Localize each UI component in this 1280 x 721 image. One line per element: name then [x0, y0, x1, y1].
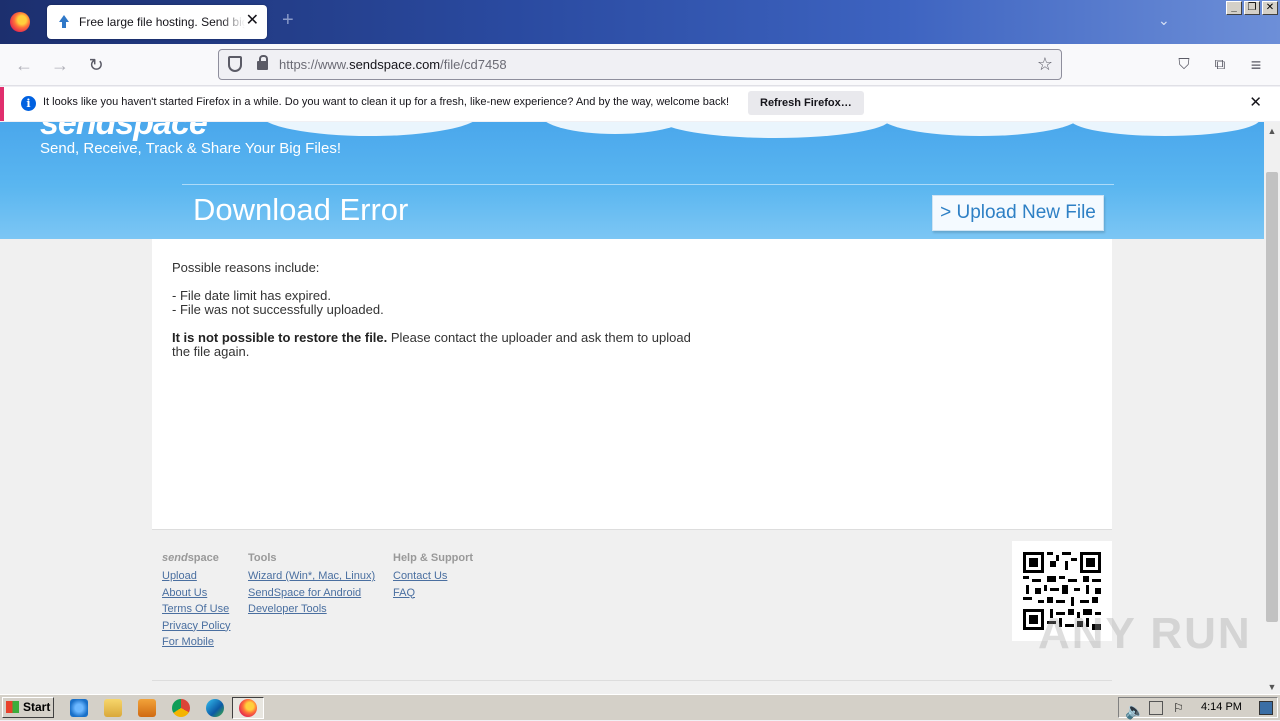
browser-titlebar: Free large file hosting. Send big files … — [0, 0, 1280, 44]
footer-brand-rest: space — [187, 552, 219, 564]
sendspace-header: sendspace Send, Receive, Track & Share Y… — [0, 122, 1264, 239]
list-item: - File was not successfully uploaded. — [172, 302, 384, 317]
firefox-taskbar-button[interactable] — [232, 697, 264, 719]
footer-divider — [152, 680, 1112, 681]
refresh-firefox-button[interactable]: Refresh Firefox… — [748, 91, 864, 115]
footer-col-tools: Tools Wizard (Win*, Mac, Linux) SendSpac… — [248, 552, 375, 618]
page-title: Download Error — [193, 192, 409, 227]
cloud-decoration — [1070, 122, 1260, 136]
footer-help-heading: Help & Support — [393, 552, 474, 564]
forward-arrow-icon[interactable]: → — [50, 55, 70, 75]
sendspace-favicon-icon — [57, 15, 71, 29]
back-arrow-icon[interactable]: ← — [14, 55, 34, 75]
scroll-up-arrow-icon[interactable]: ▲ — [1264, 126, 1280, 136]
footer-link-wizard[interactable]: Wizard (Win*, Mac, Linux) — [248, 568, 375, 585]
address-bar[interactable]: https://www.sendspace.com/file/cd7458 ☆ — [218, 49, 1062, 80]
firefox-logo-icon[interactable] — [10, 12, 30, 32]
windows-taskbar: Start 🔈 ⚐ 4:14 PM — [0, 694, 1280, 720]
url-prefix: https://www. — [279, 57, 350, 72]
footer-link-developer[interactable]: Developer Tools — [248, 601, 375, 618]
scroll-down-arrow-icon[interactable]: ▼ — [1264, 682, 1280, 692]
divider — [182, 184, 1114, 185]
footer-link-android[interactable]: SendSpace for Android — [248, 585, 375, 602]
lock-icon[interactable] — [257, 55, 268, 70]
network-icon[interactable] — [1149, 701, 1163, 715]
footer-link-mobile[interactable]: For Mobile — [162, 634, 230, 651]
bookmark-star-icon[interactable]: ☆ — [1037, 54, 1053, 74]
error-content-box: Possible reasons include: - File date li… — [152, 239, 1112, 530]
restore-message: It is not possible to restore the file. … — [172, 331, 712, 359]
footer-link-about[interactable]: About Us — [162, 585, 230, 602]
scrollbar-thumb[interactable] — [1266, 172, 1278, 622]
footer-brand: sendspace — [162, 552, 230, 564]
upload-new-file-button[interactable]: > Upload New File — [932, 195, 1104, 231]
url-text[interactable]: https://www.sendspace.com/file/cd7458 — [279, 57, 507, 72]
start-button[interactable]: Start — [2, 697, 54, 718]
cloud-decoration — [660, 122, 890, 138]
cloud-decoration — [880, 122, 1080, 136]
window-controls: _ ❐ ✕ — [1226, 1, 1278, 15]
system-tray: 🔈 ⚐ 4:14 PM — [1118, 697, 1278, 720]
edge-icon[interactable] — [206, 699, 224, 717]
tab-sendspace[interactable]: Free large file hosting. Send big files … — [47, 5, 267, 39]
anyrun-watermark: ANY RUN — [1038, 609, 1252, 658]
show-desktop-icon[interactable] — [1259, 701, 1273, 715]
extensions-icon[interactable]: ⧉ — [1210, 55, 1230, 75]
info-icon: i — [21, 96, 36, 111]
menu-hamburger-icon[interactable]: ≡ — [1246, 55, 1266, 75]
reasons-list: - File date limit has expired. - File wa… — [172, 289, 384, 317]
tab-title: Free large file hosting. Send big files — [79, 15, 245, 29]
list-item: - File date limit has expired. — [172, 288, 331, 303]
footer-brand-italic: send — [162, 552, 188, 564]
minimize-button[interactable]: _ — [1226, 1, 1242, 15]
refresh-firefox-notification: i It looks like you haven't started Fire… — [0, 87, 1280, 121]
chrome-icon[interactable] — [172, 699, 190, 717]
restore-message-bold: It is not possible to restore the file. — [172, 330, 388, 345]
page-viewport: sendspace Send, Receive, Track & Share Y… — [0, 122, 1264, 694]
close-notification-icon[interactable]: ✕ — [1249, 95, 1262, 111]
page-footer: sendspace Upload About Us Terms Of Use P… — [152, 530, 1112, 680]
internet-explorer-icon[interactable] — [70, 699, 88, 717]
url-host: sendspace.com — [349, 57, 441, 72]
windows-flag-icon — [6, 701, 19, 713]
footer-link-privacy[interactable]: Privacy Policy — [162, 618, 230, 635]
footer-col-help: Help & Support Contact Us FAQ — [393, 552, 473, 601]
firefox-icon — [239, 699, 257, 717]
reasons-heading: Possible reasons include: — [172, 260, 320, 275]
new-tab-icon[interactable]: + — [282, 10, 294, 30]
tagline: Send, Receive, Track & Share Your Big Fi… — [40, 140, 341, 157]
notification-message: It looks like you haven't started Firefo… — [43, 96, 730, 108]
vertical-scrollbar[interactable]: ▲ ▼ — [1264, 122, 1280, 694]
url-path: /file/cd7458 — [440, 57, 507, 72]
pocket-icon[interactable]: ⛉ — [1174, 55, 1194, 75]
restore-button[interactable]: ❐ — [1244, 1, 1260, 15]
footer-link-upload[interactable]: Upload — [162, 568, 230, 585]
footer-tools-heading: Tools — [248, 552, 277, 564]
file-explorer-icon[interactable] — [104, 699, 122, 717]
tab-list-chevron-icon[interactable]: ⌄ — [1158, 12, 1170, 29]
tracking-protection-shield-icon[interactable] — [228, 56, 242, 72]
reload-icon[interactable]: ↻ — [86, 55, 106, 75]
footer-col-brand: sendspace Upload About Us Terms Of Use P… — [162, 552, 230, 651]
volume-icon[interactable]: 🔈 — [1125, 701, 1145, 720]
footer-link-terms[interactable]: Terms Of Use — [162, 601, 230, 618]
start-label: Start — [23, 700, 51, 714]
footer-link-faq[interactable]: FAQ — [393, 585, 473, 602]
tab-close-icon[interactable]: ✕ — [246, 13, 259, 29]
cloud-decoration — [260, 122, 480, 136]
footer-link-contact[interactable]: Contact Us — [393, 568, 473, 585]
close-window-button[interactable]: ✕ — [1262, 1, 1278, 15]
media-player-icon[interactable] — [138, 699, 156, 717]
clock-time[interactable]: 4:14 PM — [1201, 701, 1242, 713]
navigation-toolbar: ← → ↻ https://www.sendspace.com/file/cd7… — [0, 44, 1280, 86]
action-center-flag-icon[interactable]: ⚐ — [1173, 701, 1187, 715]
